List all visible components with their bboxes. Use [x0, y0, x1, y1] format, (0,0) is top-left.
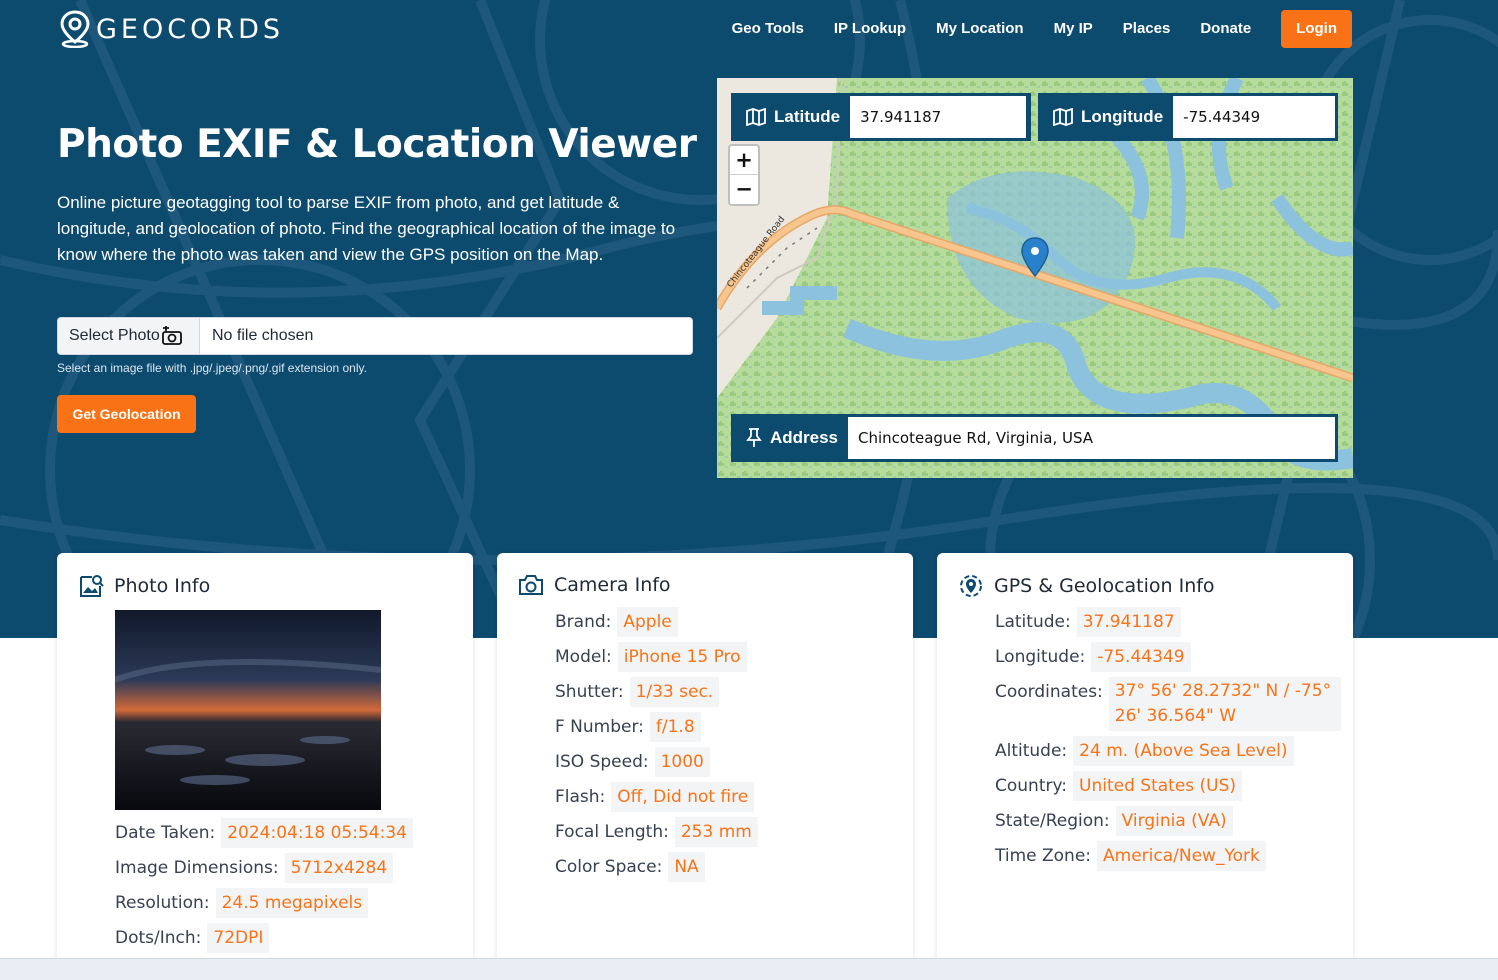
os-taskbar — [0, 958, 1498, 980]
latitude-field: Latitude 37.941187 — [731, 93, 1031, 141]
gps-info-title: GPS & Geolocation Info — [994, 575, 1215, 597]
pushpin-icon — [746, 428, 762, 447]
camera-info-card: Camera Info Brand: Apple Model: iPhone 15 … — [497, 553, 913, 963]
nav-link-donate[interactable]: Donate — [1200, 10, 1251, 48]
select-photo-button[interactable]: Select Photo — [58, 318, 200, 354]
longitude-label: Longitude — [1081, 107, 1164, 126]
brand-logo[interactable]: GEOCORDS — [58, 10, 284, 48]
gps-info-card: GPS & Geolocation Info Latitude: 37.94118… — [937, 553, 1353, 963]
latitude-input[interactable]: 37.941187 — [850, 96, 1027, 138]
photo-info-title: Photo Info — [114, 575, 211, 597]
photo-info-list: Date Taken: 2024:04:18 05:54:34 Image Dim… — [115, 818, 413, 958]
info-row: Longitude: -75.44349 — [995, 642, 1341, 672]
zoom-in-button[interactable]: + — [730, 146, 758, 175]
info-row: Altitude: 24 m. (Above Sea Level) — [995, 736, 1341, 766]
info-row: F Number: f/1.8 — [555, 712, 758, 742]
camera-info-list: Brand: Apple Model: iPhone 15 Pro Shutter:… — [555, 607, 758, 887]
address-label: Address — [769, 428, 838, 447]
info-row: Dots/Inch: 72DPI — [115, 923, 413, 953]
info-row: Date Taken: 2024:04:18 05:54:34 — [115, 818, 413, 848]
brand-name: GEOCORDS — [96, 13, 285, 45]
main-nav: Geo Tools IP Lookup My Location My IP Pl… — [702, 10, 1352, 48]
info-row: Latitude: 37.941187 — [995, 607, 1341, 637]
info-row: Coordinates: 37° 56' 28.2732" N / -75° 26… — [995, 677, 1341, 731]
camera-info-title: Camera Info — [554, 574, 671, 596]
zoom-out-button[interactable]: − — [730, 175, 758, 204]
info-row: Resolution: 24.5 megapixels — [115, 888, 413, 918]
map-icon — [1053, 108, 1073, 126]
add-camera-icon — [161, 326, 182, 345]
gps-info-list: Latitude: 37.941187 Longitude: -75.44349 C… — [995, 607, 1341, 876]
get-geolocation-button[interactable]: Get Geolocation — [57, 395, 196, 433]
select-photo-label: Select Photo — [69, 327, 160, 344]
location-pin-icon — [60, 10, 90, 48]
info-row: ISO Speed: 1000 — [555, 747, 758, 777]
info-row: Country: United States (US) — [995, 771, 1341, 801]
info-row: Model: iPhone 15 Pro — [555, 642, 758, 672]
page-title: Photo EXIF & Location Viewer — [57, 122, 697, 167]
file-hint: Select an image file with .jpg/.jpeg/.pn… — [57, 361, 367, 375]
photo-info-card: Photo Info Date Taken: 2024:04:18 05:54:3… — [57, 553, 473, 963]
page-description: Online picture geotagging tool to parse … — [57, 193, 676, 264]
zoom-control: + − — [728, 144, 760, 206]
info-row: Color Space: NA — [555, 852, 758, 882]
login-button[interactable]: Login — [1281, 10, 1352, 48]
latitude-label: Latitude — [774, 107, 841, 126]
address-field: Address Chincoteague Rd, Virginia, USA — [731, 414, 1338, 462]
gps-location-icon — [960, 575, 982, 597]
nav-link-my-location[interactable]: My Location — [936, 10, 1024, 48]
photo-preview — [115, 610, 381, 810]
info-row: State/Region: Virginia (VA) — [995, 806, 1341, 836]
nav-link-places[interactable]: Places — [1123, 10, 1171, 48]
longitude-field: Longitude -75.44349 — [1038, 93, 1338, 141]
nav-link-geo-tools[interactable]: Geo Tools — [732, 10, 804, 48]
map-icon — [746, 108, 766, 126]
info-row: Flash: Off, Did not fire — [555, 782, 758, 812]
hero-section: GEOCORDS Geo Tools IP Lookup My Location… — [0, 0, 1498, 638]
nav-link-my-ip[interactable]: My IP — [1054, 10, 1093, 48]
info-row: Image Dimensions: 5712x4284 — [115, 853, 413, 883]
info-row: Shutter: 1/33 sec. — [555, 677, 758, 707]
info-row: Time Zone: America/New_York — [995, 841, 1341, 871]
nav-link-ip-lookup[interactable]: IP Lookup — [834, 10, 906, 48]
camera-icon — [519, 575, 543, 595]
image-search-icon — [80, 575, 104, 597]
info-row: Brand: Apple — [555, 607, 758, 637]
address-input[interactable]: Chincoteague Rd, Virginia, USA — [848, 417, 1335, 459]
location-map[interactable]: Chincoteague Road + − Latitude 37.941187 — [717, 78, 1353, 478]
info-row: Focal Length: 253 mm — [555, 817, 758, 847]
longitude-input[interactable]: -75.44349 — [1173, 96, 1335, 138]
file-input[interactable]: Select Photo No file chosen — [57, 317, 693, 355]
file-name-text: No file chosen — [212, 327, 314, 344]
